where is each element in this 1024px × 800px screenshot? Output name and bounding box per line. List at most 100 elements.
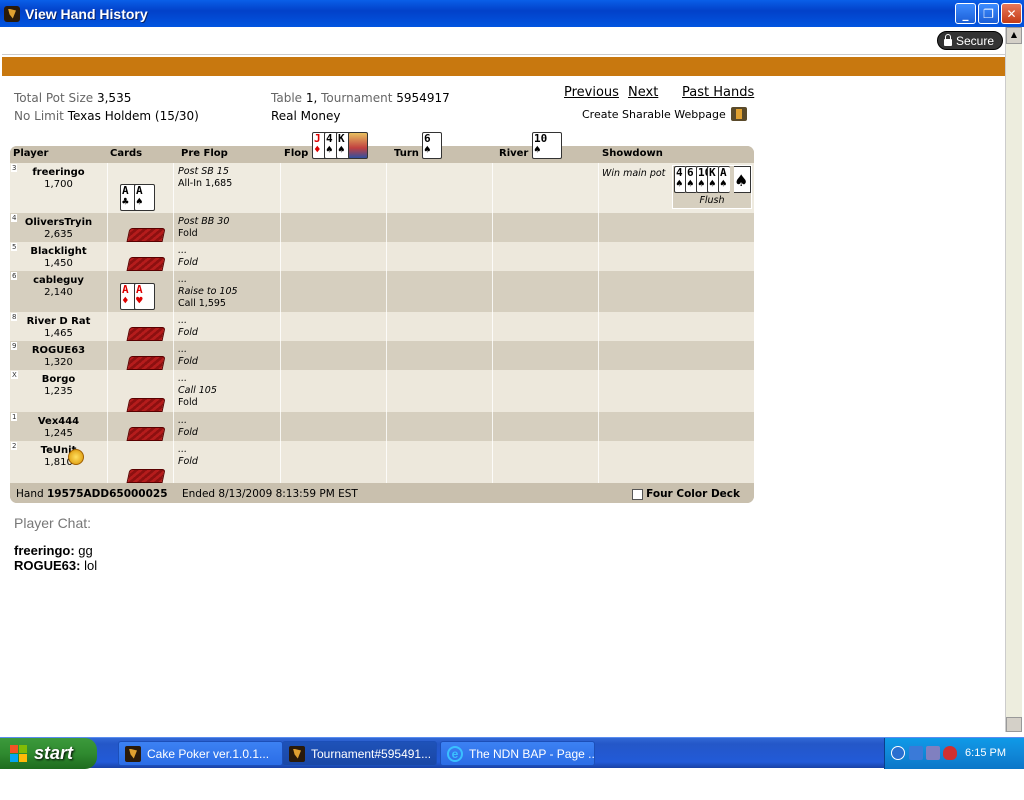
card-suit: ♠ [424,143,431,156]
previous-link[interactable]: Previous [564,85,619,100]
scroll-up-arrow-icon[interactable]: ▲ [1006,27,1022,44]
hole-card: A ♠ [134,184,155,211]
chat-user: freeringo: [14,543,75,558]
start-label: start [34,743,74,763]
preflop-action: Fold [178,257,198,268]
cake-poker-app-icon [4,5,20,22]
player-name: River D Rat [26,316,91,327]
header-cards: Cards [110,148,143,159]
card-back-icon [126,356,166,370]
pot-size: Total Pot Size 3,535 [14,91,131,105]
task-label: Tournament#595491... [311,746,432,761]
limit-label: No Limit [14,109,64,123]
player-chips: 1,465 [44,328,73,339]
player-chips: 2,140 [44,287,73,298]
preflop-action: Fold [178,228,198,239]
card-back-icon [126,469,166,483]
card-back-icon [126,398,166,412]
task-cake-poker[interactable]: Cake Poker ver.1.0.1... [118,741,283,766]
player-row: 1 Vex444 1,245... Fold [10,412,754,441]
four-color-deck-checkbox[interactable] [632,488,644,500]
card-back-icon [126,228,166,242]
player-row: X Borgo 1,235... Call 105 Fold [10,370,754,412]
task-label: The NDN BAP - Page ... [469,746,595,761]
player-row: 8 River D Rat 1,465... Fold [10,312,754,341]
network-icon[interactable] [909,746,923,760]
tournament-label: Tournament [321,91,393,105]
header-showdown: Showdown [602,148,663,159]
header-turn: Turn [394,148,419,159]
card-suit: ♠ [136,195,143,208]
showdown-hand-name: Flush [699,195,725,206]
taskbar: start Cake Poker ver.1.0.1... Tournament… [0,737,1024,769]
start-button[interactable]: start [0,738,97,769]
money-type: Real Money [271,109,341,123]
hand-id-value: 19575ADD65000025 [47,488,168,500]
player-name: OliversTryin [24,217,93,228]
preflop-action: Call 105 [178,385,217,396]
preflop-action: Call 1,595 [178,298,226,309]
header-divider [2,54,1005,55]
secure-badge: Secure [936,31,1003,50]
dealer-chip-icon [68,449,84,465]
hole-card: A ♥ [134,283,155,310]
security-shield-icon[interactable] [943,746,957,760]
tray-expand-icon[interactable] [891,746,905,760]
task-browser[interactable]: e The NDN BAP - Page ... [440,741,595,766]
cake-poker-icon [125,745,141,762]
preflop-action: Fold [178,456,198,467]
stakes: (15/30) [154,109,199,123]
table-value: 1, [305,91,318,105]
hand-id: Hand 19575ADD65000025 [16,488,168,500]
player-chips: 1,245 [44,428,73,439]
player-name: TeUnit [40,445,77,456]
share-icon [730,107,747,121]
windows-logo-icon [10,744,28,763]
preflop-action: ... [178,274,188,285]
card-back-icon [126,327,166,341]
player-row: 2 TeUnit 1,810... Fold [10,441,754,483]
chat-message: freeringo: gg [14,543,97,558]
clock: 6:15 PM [965,747,1006,759]
close-button[interactable]: ✕ [1001,3,1022,24]
past-hands-link[interactable]: Past Hands [682,85,754,100]
four-color-deck-toggle[interactable]: Four Color Deck [632,488,740,500]
preflop-action: Fold [178,356,198,367]
preflop-action: Post BB 30 [178,216,230,227]
internet-explorer-icon: e [447,745,463,762]
game-name: Texas Holdem [67,109,152,123]
player-row: 6 cableguy 2,140 A ♦ A ♥... Raise to 105 Call 1,… [10,271,754,312]
hand-label: Hand [16,488,44,500]
player-chips: 1,450 [44,258,73,269]
preflop-action: Fold [178,327,198,338]
chat-title: Player Chat: [14,515,92,531]
showdown-result: Win main pot [602,168,666,179]
resize-grip-icon[interactable] [1006,717,1022,732]
player-row: 5 Blacklight 1,450... Fold [10,242,754,271]
player-chat: Player Chat: freeringo: gg ROGUE63: lol [14,515,97,573]
spade-suit-icon: ♠ [734,166,751,193]
card-back-icon [126,427,166,441]
next-link[interactable]: Next [628,85,658,100]
preflop-action: Fold [178,397,198,408]
spade-suit-icon: ♠ [720,177,727,190]
player-name: Vex444 [37,416,80,427]
player-chips: 1,320 [44,357,73,368]
header-river: River [499,148,529,159]
table-header: Player Cards Pre Flop Flop Turn River Sh… [10,146,754,163]
window-titlebar[interactable]: View Hand History _ ❐ ✕ [0,0,1024,27]
create-sharable-webpage[interactable]: Create Sharable Webpage [582,107,747,121]
player-name: Borgo [41,374,76,385]
header-flop: Flop [284,148,309,159]
display-icon[interactable] [926,746,940,760]
minimize-button[interactable]: _ [955,3,976,24]
vertical-scrollbar[interactable]: ▲ [1005,27,1022,732]
preflop-action: ... [178,373,188,384]
restore-button[interactable]: ❐ [978,3,999,24]
player-name: freeringo [32,167,85,178]
window-title: View Hand History [25,5,148,22]
table-label: Table [271,91,303,105]
pot-size-label: Total Pot Size [14,91,94,105]
task-tournament[interactable]: Tournament#595491... [282,741,437,766]
preflop-action: Post SB 15 [178,166,229,177]
